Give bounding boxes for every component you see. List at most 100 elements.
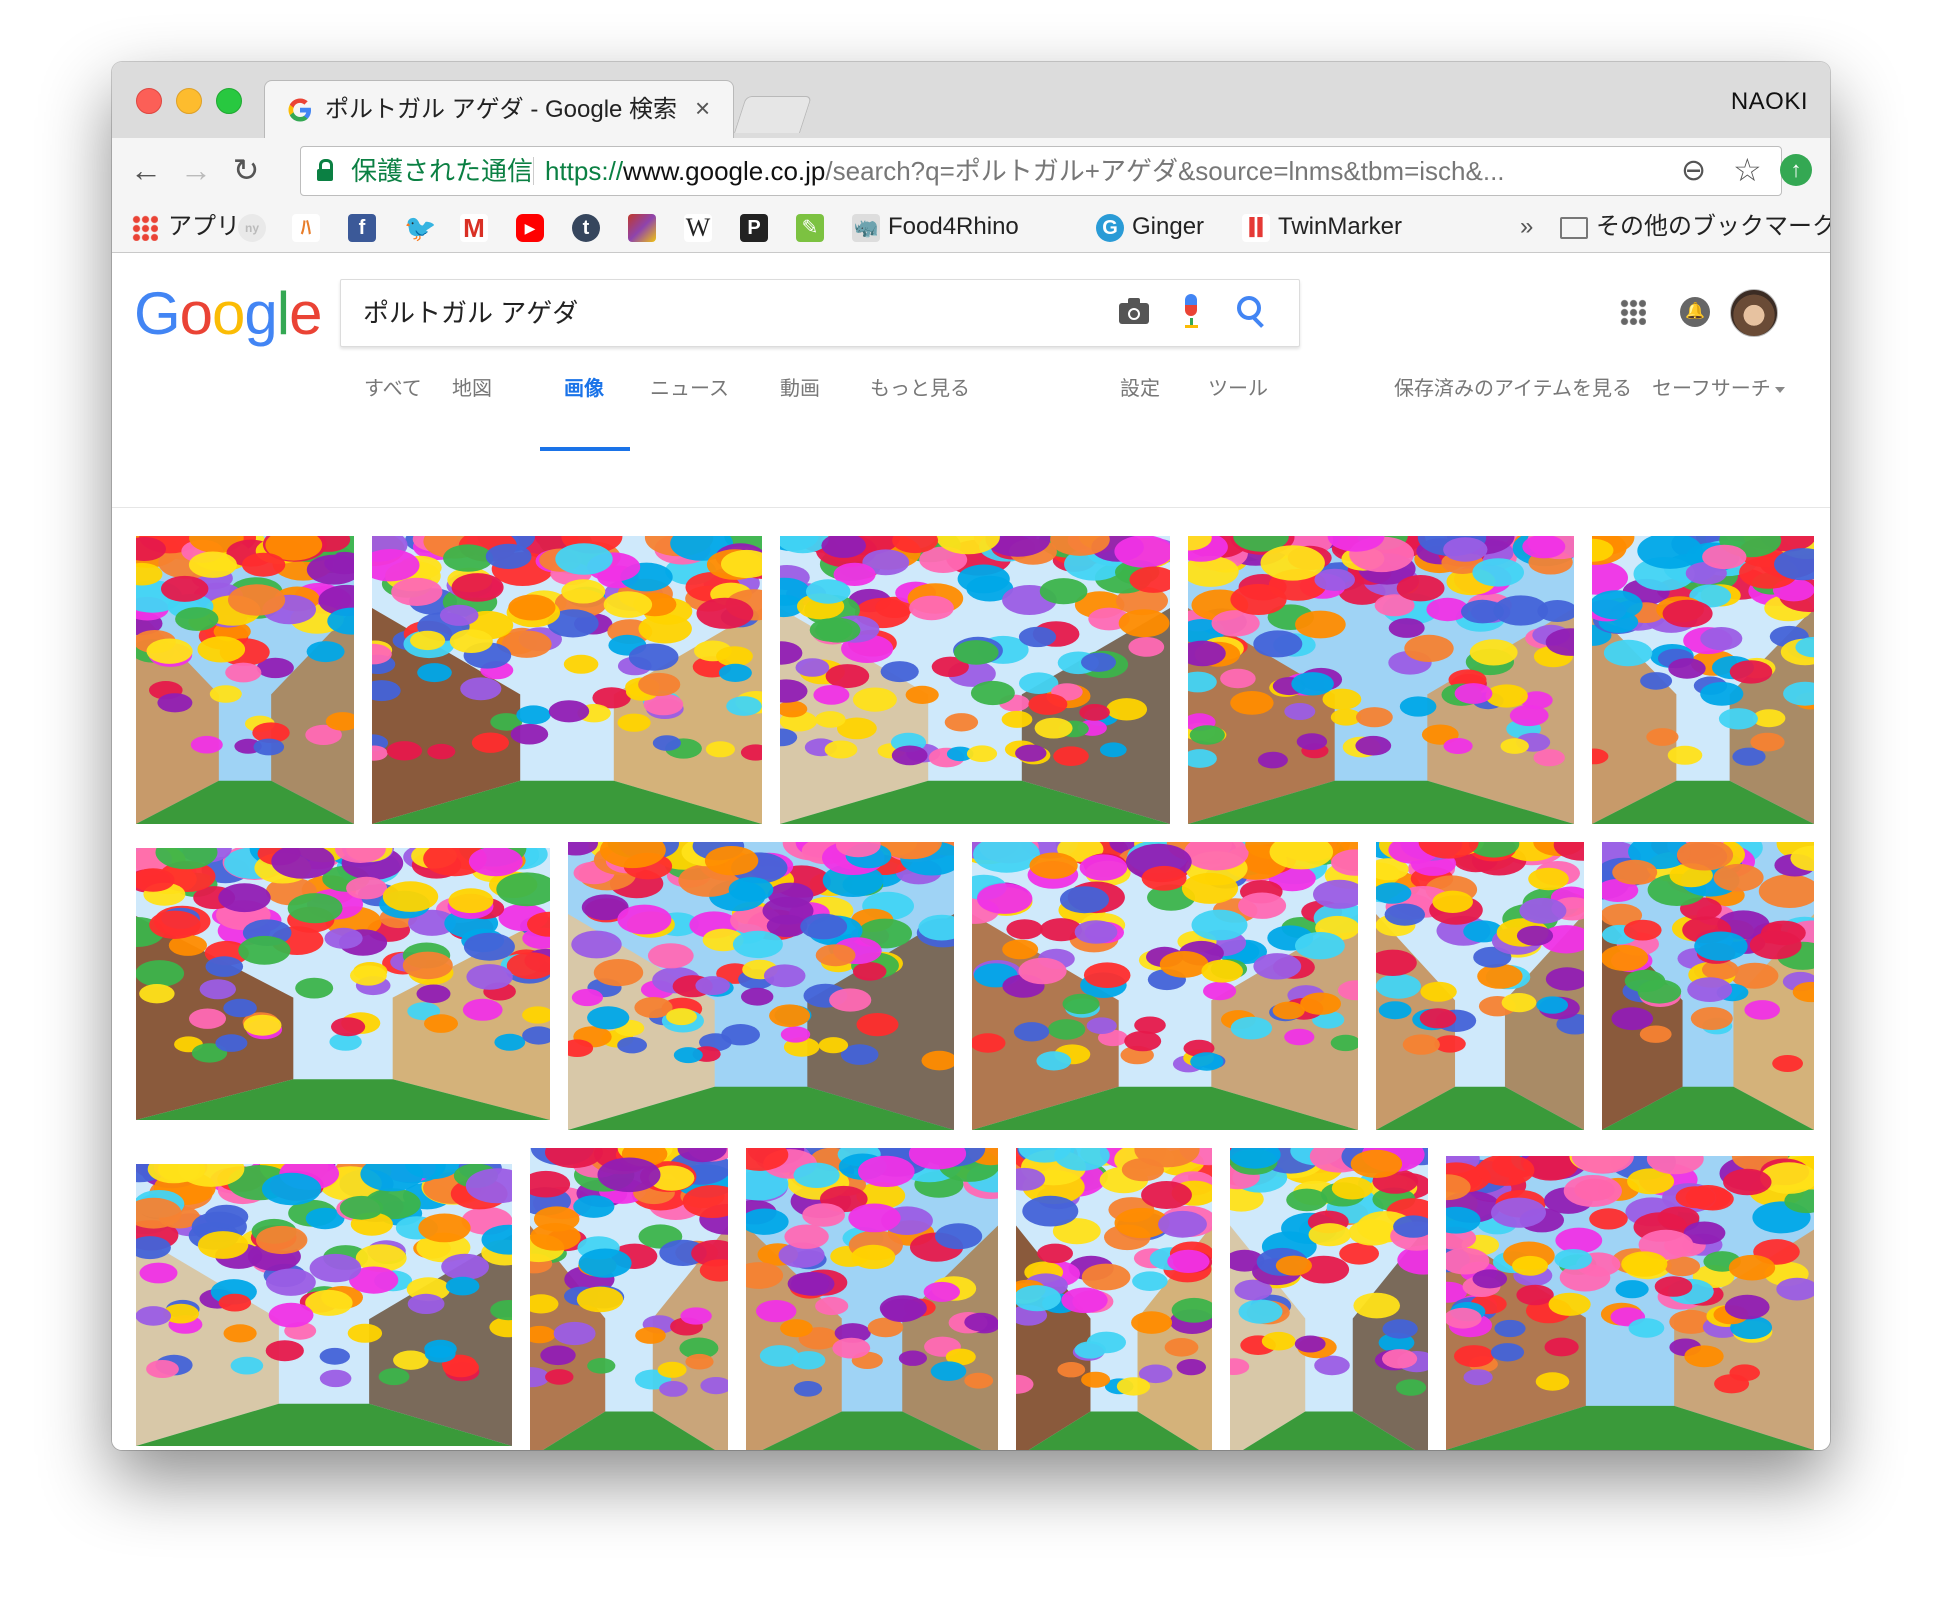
tab-more[interactable]: もっと見る [870,377,970,401]
gmail-icon: M [460,213,488,242]
secure-connection-label[interactable]: 保護された通信 [351,157,533,185]
lock-icon [317,159,333,181]
safe-search-label: セーフサーチ [1652,378,1771,400]
bookmark-tumblr[interactable]: t [572,212,608,242]
profile-name[interactable]: NAOKI [1731,88,1808,116]
settings-link[interactable]: 設定 [1120,377,1160,401]
tab-images[interactable]: 画像 [564,377,604,401]
image-result[interactable] [568,842,954,1130]
new-tab-button[interactable] [733,96,813,133]
tumblr-icon: t [572,213,600,242]
facebook-icon: f [348,213,376,242]
bookmarks-overflow-button[interactable]: » [1520,212,1533,242]
ny-circle-icon: ny [238,213,266,242]
bookmark-star-icon[interactable]: ☆ [1733,151,1762,189]
image-result[interactable] [372,536,762,824]
search-icon[interactable] [1237,296,1267,328]
image-result[interactable] [1230,1148,1428,1450]
google-apps-icon[interactable] [1620,299,1646,325]
bookmark-gmail[interactable]: M [460,212,496,242]
p-icon: P [740,213,768,242]
image-result[interactable] [136,1164,512,1446]
umbrella-photo [136,848,550,1120]
image-result[interactable] [136,536,354,824]
image-result[interactable] [1592,536,1814,824]
browser-tab-active[interactable]: ポルトガル アゲダ - Google 検索 × [264,80,734,139]
maximize-window-button[interactable] [216,88,242,114]
bookmark-character[interactable]: ﾊ [292,212,328,242]
forward-arrow-icon[interactable]: → [176,150,216,190]
bookmark-apps[interactable]: アプリ [132,212,240,242]
image-result[interactable] [1016,1148,1212,1450]
image-result[interactable] [1376,842,1584,1130]
google-logo[interactable]: Google [134,279,323,348]
umbrella-photo [1592,536,1814,824]
browser-toolbar: ← → ↻ 保護された通信 https://www.google.co.jp/s… [112,138,1830,202]
image-result[interactable] [1188,536,1574,824]
bookmark-ginger[interactable]: G Ginger [1096,212,1204,242]
youtube-icon: ▶ [516,213,544,242]
bookmark-twitter[interactable]: 🐦 [404,212,440,242]
tab-news[interactable]: ニュース [650,377,729,401]
tab-maps[interactable]: 地図 [452,377,492,401]
ginger-icon: G [1096,213,1124,242]
reload-icon[interactable]: ↻ [226,150,266,190]
umbrella-photo [136,536,354,824]
tools-link[interactable]: ツール [1208,377,1268,401]
bookmark-food4rhino[interactable]: 🦏 Food4Rhino [852,212,1019,242]
green-bookmark-icon: ✎ [796,213,824,242]
url-text[interactable]: https://www.google.co.jp/search?q=ポルトガル+… [545,157,1505,185]
back-arrow-icon[interactable]: ← [126,150,166,190]
image-result[interactable] [972,842,1358,1130]
avatar[interactable] [1730,289,1778,337]
twinmarker-icon: Ⅱ [1242,213,1270,242]
bookmark-green[interactable]: ✎ [796,212,832,242]
close-window-button[interactable] [136,88,162,114]
other-bookmarks-folder[interactable]: その他のブックマーク [1560,212,1830,242]
bookmark-ny[interactable]: ny [238,212,274,242]
bookmark-apps-label: アプリ [168,213,240,240]
image-result[interactable] [530,1148,728,1450]
microphone-icon[interactable] [1181,294,1201,330]
google-header: Google ポルトガル アゲダ 🔔 すべて 地図 画像 ニュース 動画 もっと… [112,253,1830,508]
umbrella-photo [780,536,1170,824]
image-result[interactable] [136,848,550,1120]
notifications-bell-icon[interactable]: 🔔 [1680,297,1710,327]
bookmark-twinmarker[interactable]: Ⅱ TwinMarker [1242,212,1402,242]
zoom-icon[interactable]: ⊖ [1681,153,1706,189]
logo-letter: l [276,280,290,347]
google-favicon-icon [285,95,315,125]
bookmark-wikipedia[interactable]: W [684,212,720,242]
twitter-bird-icon: 🐦 [404,212,437,243]
tab-all[interactable]: すべて [364,377,422,401]
tab-videos[interactable]: 動画 [780,377,820,401]
other-bookmarks-label: その他のブックマーク [1596,213,1830,240]
camera-icon[interactable] [1119,298,1149,324]
minimize-window-button[interactable] [176,88,202,114]
image-result[interactable] [746,1148,998,1450]
tab-close-icon[interactable]: × [695,93,710,123]
bookmark-p[interactable]: P [740,212,776,242]
update-extension-icon[interactable]: ↑ [1780,154,1812,186]
logo-letter: o [179,280,213,347]
image-result[interactable] [780,536,1170,824]
safe-search-dropdown[interactable]: セーフサーチ [1652,377,1785,401]
umbrella-photo [1016,1148,1212,1450]
image-results-grid [112,508,1830,1450]
browser-window: ポルトガル アゲダ - Google 検索 × NAOKI ← → ↻ 保護され… [112,62,1830,1450]
bookmark-facebook[interactable]: f [348,212,384,242]
search-input[interactable]: ポルトガル アゲダ [340,279,1300,347]
umbrella-photo [1446,1156,1814,1450]
search-query-text[interactable]: ポルトガル アゲダ [363,298,578,328]
character-icon: ﾊ [292,213,320,242]
bookmark-game[interactable] [628,212,664,242]
url-separator [533,157,534,185]
tab-title: ポルトガル アゲダ - Google 検索 [325,96,678,123]
address-bar[interactable]: 保護された通信 https://www.google.co.jp/search?… [300,146,1782,196]
logo-letter: e [289,280,322,347]
saved-items-link[interactable]: 保存済みのアイテムを見る [1394,377,1632,401]
image-result[interactable] [1446,1156,1814,1450]
bookmark-youtube[interactable]: ▶ [516,212,552,242]
image-result[interactable] [1602,842,1814,1130]
url-host: www.google.co.jp [623,156,826,186]
